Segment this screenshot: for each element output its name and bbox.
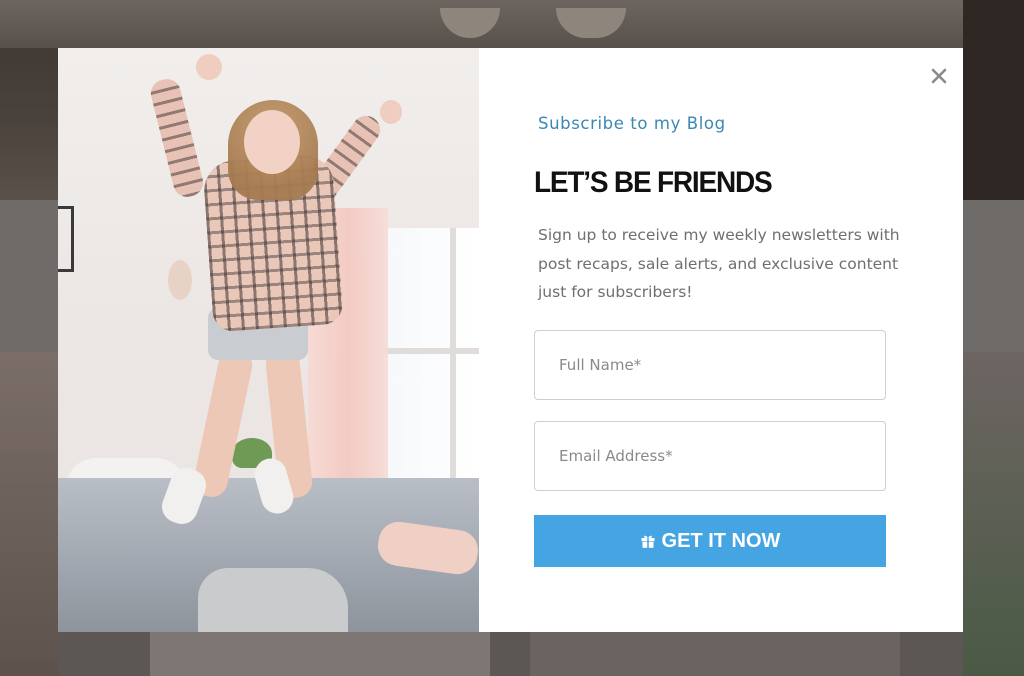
photo-hand <box>196 54 222 80</box>
close-icon <box>931 68 947 84</box>
popup-description: Sign up to receive my weekly newsletters… <box>538 226 900 301</box>
hero-photo <box>58 48 479 632</box>
photo-window-bar <box>378 348 479 354</box>
photo-wall-decor <box>168 260 192 300</box>
full-name-field[interactable] <box>534 330 886 400</box>
close-button[interactable] <box>927 64 951 88</box>
email-field[interactable] <box>534 421 886 491</box>
photo-blanket <box>198 568 348 632</box>
get-it-now-label: GET IT NOW <box>661 529 781 552</box>
background-tile <box>530 632 900 676</box>
get-it-now-button[interactable]: GET IT NOW <box>534 515 886 567</box>
subscribe-kicker: Subscribe to my Blog <box>538 114 726 133</box>
gift-icon <box>640 533 656 549</box>
background-tile <box>150 632 490 676</box>
background-dark-corner <box>963 0 1024 200</box>
subscribe-modal: Subscribe to my Blog LET’S BE FRIENDS Si… <box>58 48 963 632</box>
photo-hand <box>380 100 402 124</box>
photo-wall-frame <box>58 206 74 272</box>
popup-headline: LET’S BE FRIENDS <box>534 166 773 199</box>
background-shelf <box>0 0 1024 48</box>
photo-window <box>378 228 479 518</box>
photo-window-bar <box>450 228 456 518</box>
subscribe-panel: Subscribe to my Blog LET’S BE FRIENDS Si… <box>479 48 963 632</box>
background-tile-right <box>963 352 1024 676</box>
background-tile-left <box>0 352 58 676</box>
photo-head <box>244 110 300 174</box>
photo-arm <box>147 76 207 200</box>
